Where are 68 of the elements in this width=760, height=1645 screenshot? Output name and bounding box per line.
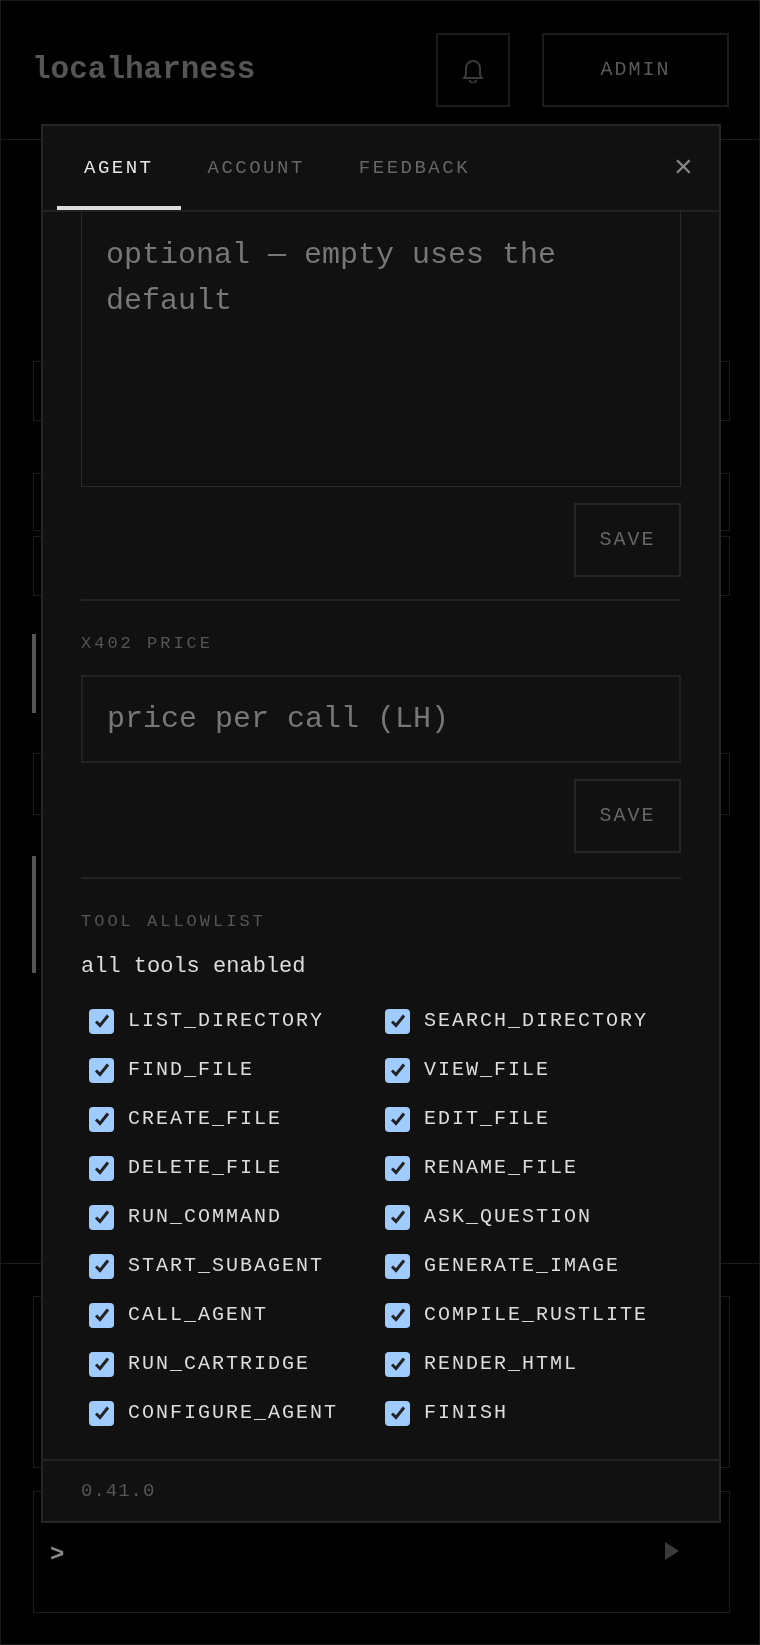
tool-label: CREATE_FILE <box>128 1106 283 1132</box>
check-icon <box>388 1306 407 1324</box>
section-label: X402 PRICE <box>81 633 215 655</box>
checkbox[interactable] <box>89 1400 114 1426</box>
checkbox[interactable] <box>89 1351 114 1377</box>
checkbox[interactable] <box>89 1302 114 1328</box>
admin-button[interactable]: ADMIN <box>542 33 729 107</box>
checkbox[interactable] <box>385 1057 410 1083</box>
tool-label: START_SUBAGENT <box>128 1253 325 1279</box>
check-icon <box>388 1355 407 1373</box>
check-icon <box>388 1208 407 1226</box>
section-label: TOOL ALLOWLIST <box>81 910 267 933</box>
tool-label: COMPILE_RUSTLITE <box>424 1302 649 1328</box>
tool-label: RUN_CARTRIDGE <box>128 1351 311 1377</box>
check-icon <box>92 1404 111 1422</box>
prompt-symbol: > <box>50 1540 65 1570</box>
checkbox[interactable] <box>385 1008 410 1034</box>
allowlist-summary: all tools enabled <box>81 953 307 981</box>
check-icon <box>388 1404 407 1422</box>
tool-label: VIEW_FILE <box>424 1057 551 1083</box>
check-icon <box>92 1257 111 1275</box>
check-icon <box>92 1012 111 1030</box>
checkbox[interactable] <box>89 1106 114 1132</box>
tool-label: RENAME_FILE <box>424 1155 579 1181</box>
tool-label: RUN_COMMAND <box>128 1204 283 1230</box>
tool-label: ASK_QUESTION <box>424 1204 593 1230</box>
checkbox[interactable] <box>385 1302 410 1328</box>
tool-label: FIND_FILE <box>128 1057 255 1083</box>
check-icon <box>388 1012 407 1030</box>
save-button[interactable]: SAVE <box>574 778 681 853</box>
checkbox[interactable] <box>385 1351 410 1377</box>
checkbox[interactable] <box>385 1106 410 1132</box>
check-icon <box>388 1110 407 1128</box>
check-icon <box>388 1159 407 1177</box>
tool-label: FINISH <box>424 1400 508 1426</box>
bell-icon <box>462 57 484 83</box>
tool-label: LIST_DIRECTORY <box>128 1008 325 1034</box>
tab[interactable]: ACCOUNT <box>180 130 332 210</box>
tool-label: DELETE_FILE <box>128 1155 283 1181</box>
app-logo: localharness <box>32 50 256 89</box>
tab[interactable]: FEEDBACK <box>331 130 498 210</box>
save-button[interactable]: SAVE <box>574 503 681 577</box>
checkbox[interactable] <box>89 1204 114 1230</box>
checkbox[interactable] <box>89 1253 114 1279</box>
checkbox[interactable] <box>385 1155 410 1181</box>
check-icon <box>92 1306 111 1324</box>
checkbox[interactable] <box>385 1400 410 1426</box>
checkbox[interactable] <box>385 1253 410 1279</box>
tool-label: CALL_AGENT <box>128 1302 269 1328</box>
close-button[interactable]: × <box>673 153 693 185</box>
check-icon <box>92 1061 111 1079</box>
checkbox[interactable] <box>89 1008 114 1034</box>
tool-label: GENERATE_IMAGE <box>424 1253 621 1279</box>
check-icon <box>388 1257 407 1275</box>
tool-label: RENDER_HTML <box>424 1351 579 1377</box>
tool-label: SEARCH_DIRECTORY <box>424 1008 649 1034</box>
price-input-field[interactable]: price per call (LH) <box>81 674 681 763</box>
check-icon <box>388 1061 407 1079</box>
check-icon <box>92 1208 111 1226</box>
prompt-textarea[interactable]: optional — empty uses the default <box>81 212 681 487</box>
check-icon <box>92 1110 111 1128</box>
check-icon <box>92 1355 111 1373</box>
check-icon <box>92 1159 111 1177</box>
checkbox[interactable] <box>89 1057 114 1083</box>
tool-label: EDIT_FILE <box>424 1106 551 1132</box>
checkbox[interactable] <box>385 1204 410 1230</box>
tool-label: CONFIGURE_AGENT <box>128 1400 339 1426</box>
checkbox[interactable] <box>89 1155 114 1181</box>
